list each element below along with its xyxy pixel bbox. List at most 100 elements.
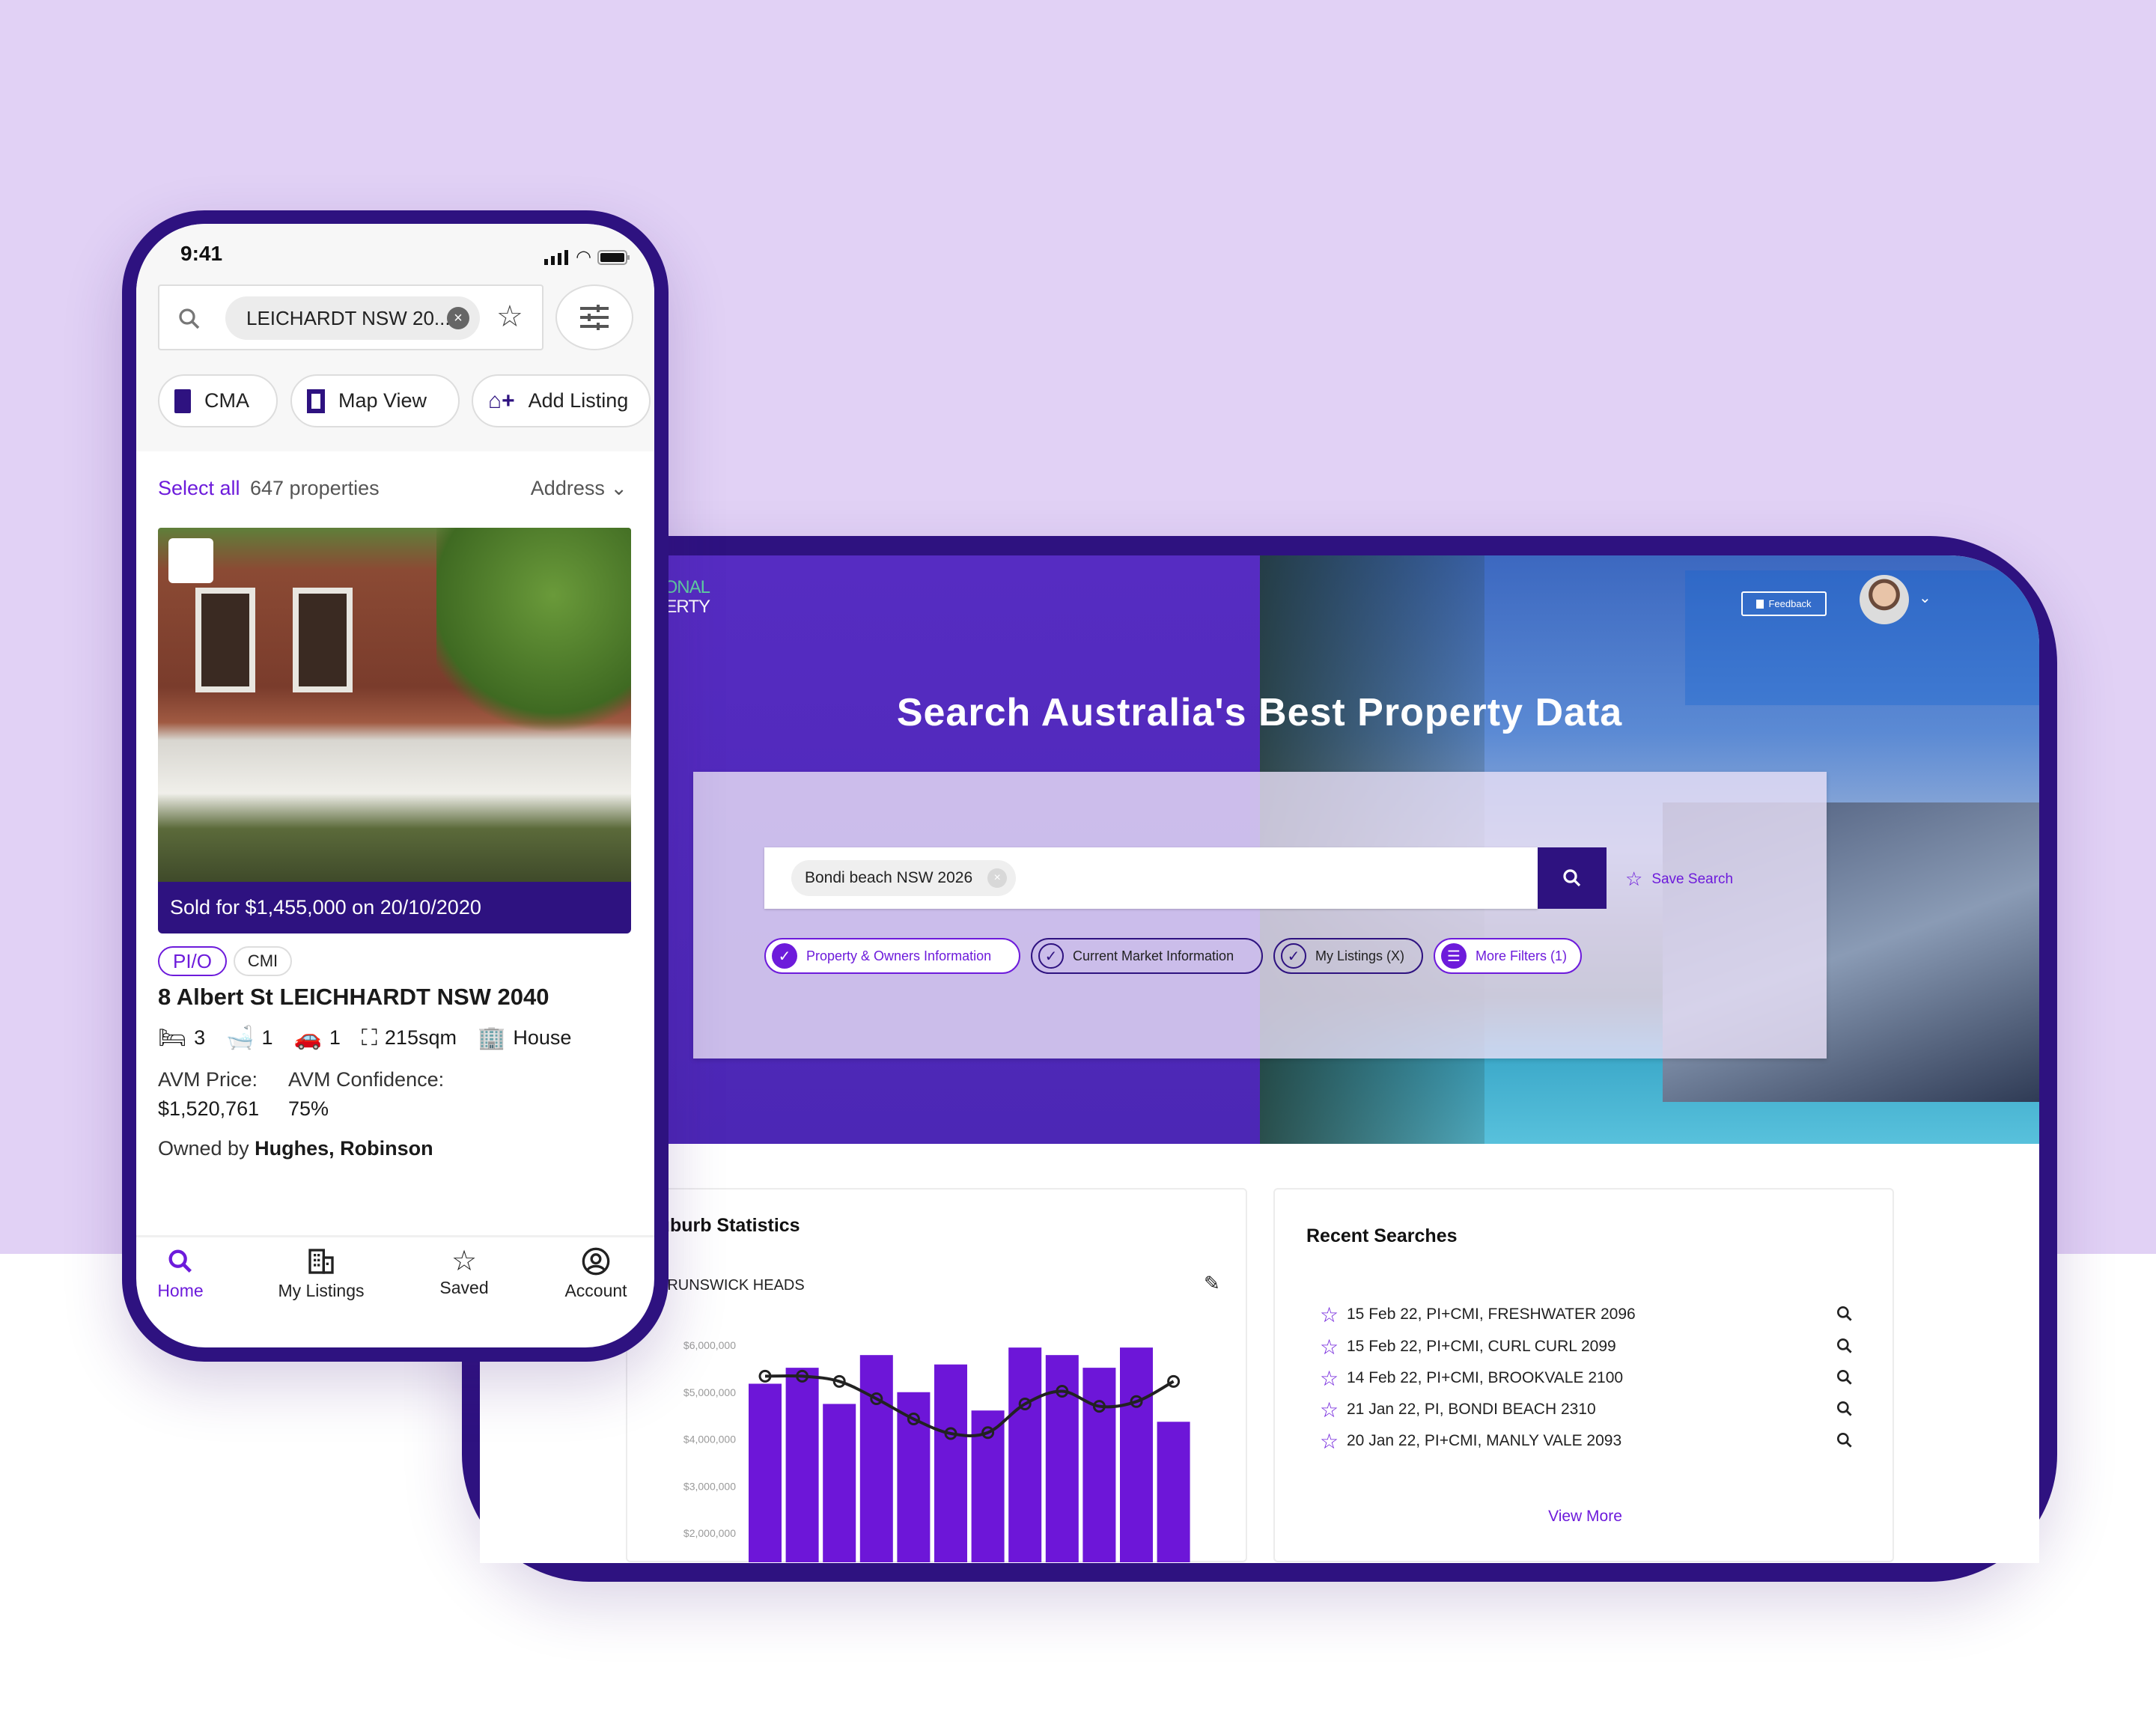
signal-icon — [544, 249, 569, 265]
chevron-down-icon: ⌄ — [610, 477, 627, 499]
nav-saved[interactable]: ☆ Saved — [404, 1243, 524, 1298]
avm-confidence-label: AVM Confidence: — [288, 1068, 445, 1091]
star-icon[interactable]: ☆ — [1320, 1366, 1347, 1391]
nav-home[interactable]: Home — [136, 1243, 240, 1301]
recent-search-item[interactable]: ☆ 14 Feb 22, PI+CMI, BROOKVALE 2100 — [1320, 1365, 1889, 1392]
bar — [1120, 1347, 1153, 1562]
window — [293, 588, 353, 692]
edit-icon[interactable]: ✎ — [1204, 1272, 1220, 1295]
window — [195, 588, 255, 692]
hero: ONAL PERTY Feedback ⌄ Search Australia's… — [480, 555, 2039, 1144]
y-tick-label: $3,000,000 — [683, 1480, 736, 1492]
search-tag: LEICHARDT NSW 20... × — [225, 296, 480, 340]
star-icon[interactable]: ☆ — [496, 299, 523, 334]
filter-current-market[interactable]: ✓ Current Market Information — [1031, 938, 1263, 974]
filter-property-owners[interactable]: ✓ Property & Owners Information — [764, 938, 1020, 974]
property-address[interactable]: 8 Albert St LEICHHARDT NSW 2040 — [158, 984, 549, 1011]
sliders-icon: ☰ — [1441, 943, 1467, 969]
filter-button[interactable] — [555, 284, 633, 350]
map-view-button[interactable]: Map View — [290, 374, 460, 427]
map-icon — [307, 389, 325, 413]
star-icon: ☆ — [451, 1246, 478, 1277]
star-icon[interactable]: ☆ — [1320, 1335, 1347, 1359]
feedback-icon — [1756, 599, 1764, 609]
clear-icon[interactable]: × — [447, 307, 469, 329]
feedback-button[interactable]: Feedback — [1741, 591, 1827, 616]
avm-price: $1,520,761 — [158, 1097, 260, 1120]
search-tag: Bondi beach NSW 2026 × — [791, 860, 1017, 896]
account-icon — [582, 1247, 610, 1276]
y-tick-label: $4,000,000 — [683, 1434, 736, 1446]
search-icon — [179, 308, 200, 329]
card-title: Recent Searches — [1306, 1225, 1458, 1246]
search-button[interactable] — [1538, 847, 1607, 909]
avm-price-label: AVM Price: — [158, 1068, 258, 1091]
bar — [1157, 1422, 1190, 1562]
filter-my-listings[interactable]: ✓ My Listings (X) — [1273, 938, 1423, 974]
card-title: Suburb Statistics — [646, 1215, 800, 1236]
property-photo[interactable] — [158, 528, 631, 882]
bed-icon: 🛏 — [158, 1026, 187, 1050]
add-listing-button[interactable]: ⌂+ Add Listing — [472, 374, 651, 427]
document-icon — [174, 389, 191, 413]
select-all-link[interactable]: Select all — [158, 477, 240, 500]
star-icon[interactable]: ☆ — [1320, 1429, 1347, 1454]
recent-search-item[interactable]: ☆ 20 Jan 22, PI+CMI, MANLY VALE 2093 — [1320, 1428, 1889, 1455]
cma-button[interactable]: CMA — [158, 374, 278, 427]
y-tick-label: $2,000,000 — [683, 1527, 736, 1539]
search-input[interactable]: Bondi beach NSW 2026 × — [764, 847, 1538, 909]
select-checkbox[interactable] — [168, 538, 213, 583]
status-time: 9:41 — [180, 242, 223, 265]
search-icon — [1563, 869, 1581, 887]
save-search-button[interactable]: ☆ Save Search — [1625, 868, 1733, 891]
bath-icon: 🛁 — [226, 1026, 255, 1050]
add-store-icon: ⌂+ — [488, 388, 515, 413]
search-icon[interactable] — [1835, 1399, 1854, 1419]
star-icon[interactable]: ☆ — [1320, 1303, 1347, 1327]
desktop-app: ONAL PERTY Feedback ⌄ Search Australia's… — [480, 555, 2039, 1563]
recent-search-item[interactable]: ☆ 21 Jan 22, PI, BONDI BEACH 2310 — [1320, 1396, 1889, 1423]
check-icon: ✓ — [1281, 943, 1306, 969]
search-icon[interactable] — [1835, 1304, 1854, 1324]
chip-cmi[interactable]: CMI — [234, 946, 292, 976]
sort-dropdown[interactable]: Address ⌄ — [531, 477, 627, 500]
search-icon[interactable] — [1835, 1368, 1854, 1387]
more-filters-button[interactable]: ☰ More Filters (1) — [1434, 938, 1582, 974]
hero-title: Search Australia's Best Property Data — [896, 691, 1623, 734]
search-icon[interactable] — [1835, 1336, 1854, 1356]
search-input[interactable]: LEICHARDT NSW 20... × ☆ — [158, 284, 543, 350]
nav-account[interactable]: Account — [536, 1243, 654, 1301]
search-icon[interactable] — [1835, 1431, 1854, 1450]
building-icon: 🏢 — [477, 1026, 506, 1050]
property-count: 647 properties — [250, 477, 380, 499]
nav-my-listings[interactable]: My Listings — [261, 1243, 381, 1301]
bar — [1082, 1368, 1116, 1562]
chevron-down-icon[interactable]: ⌄ — [1919, 588, 1931, 607]
bar — [859, 1355, 893, 1562]
remove-tag-icon[interactable]: × — [987, 868, 1008, 888]
view-more-link[interactable]: View More — [1275, 1508, 1895, 1526]
check-icon: ✓ — [1038, 943, 1064, 969]
status-icons: ◠ — [544, 246, 630, 268]
suburb-name: BRUNSWICK HEADS — [657, 1277, 805, 1294]
star-icon[interactable]: ☆ — [1320, 1398, 1347, 1422]
chip-pio[interactable]: PI/O — [158, 946, 227, 976]
avatar[interactable] — [1860, 575, 1909, 624]
owned-by: Owned by Hughes, Robinson — [158, 1137, 433, 1160]
divider — [136, 1235, 654, 1237]
star-icon: ☆ — [1625, 868, 1643, 890]
battery-icon — [597, 249, 630, 265]
y-tick-label: $6,000,000 — [683, 1339, 736, 1351]
check-icon: ✓ — [772, 943, 797, 969]
building-icon — [308, 1249, 334, 1274]
avm-confidence: 75% — [288, 1097, 329, 1120]
mobile-app: 9:41 ◠ LEICHARDT NSW 20... × ☆ CMA Map Vi… — [136, 224, 654, 1347]
car-icon: 🚗 — [293, 1026, 322, 1050]
y-tick-label: $5,000,000 — [683, 1386, 736, 1398]
search-panel: Bondi beach NSW 2026 × ☆ Save Search ✓ Pro… — [693, 772, 1827, 1059]
recent-search-item[interactable]: ☆ 15 Feb 22, PI+CMI, FRESHWATER 2096 — [1320, 1301, 1889, 1328]
bar — [823, 1404, 856, 1562]
bar — [934, 1364, 967, 1562]
bar — [785, 1368, 819, 1562]
recent-search-item[interactable]: ☆ 15 Feb 22, PI+CMI, CURL CURL 2099 — [1320, 1333, 1889, 1360]
